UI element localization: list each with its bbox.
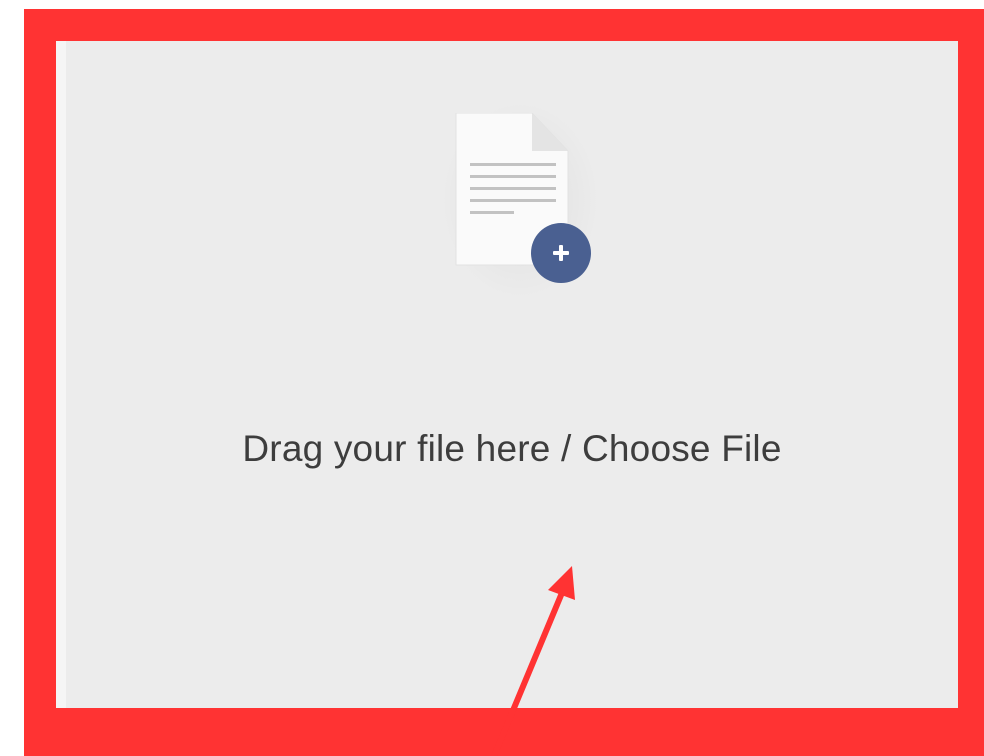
- page: Drag your file here / Choose File: [0, 0, 984, 756]
- drop-zone-border: [56, 41, 66, 708]
- document-add-icon: [454, 112, 594, 293]
- drop-zone-label[interactable]: Drag your file here / Choose File: [66, 428, 958, 470]
- plus-icon: [531, 223, 591, 283]
